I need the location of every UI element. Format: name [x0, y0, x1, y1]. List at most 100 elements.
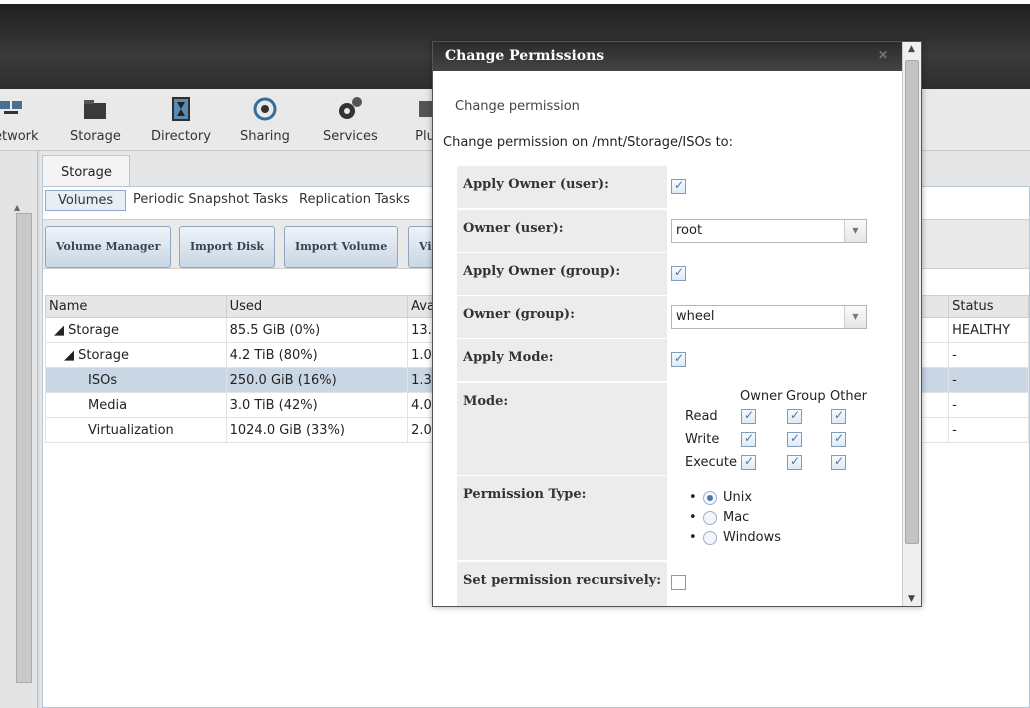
- row-permission-type: Permission Type: • Unix • Mac • Windows: [457, 476, 897, 560]
- column-header-used[interactable]: Used: [225, 295, 409, 318]
- import-volume-button[interactable]: Import Volume: [284, 226, 399, 268]
- toolbar-directory[interactable]: Directory: [151, 95, 211, 144]
- owner-write-checkbox[interactable]: [741, 431, 756, 447]
- radio-option-unix[interactable]: • Unix: [689, 490, 781, 510]
- field-value: [669, 562, 897, 606]
- field-label: Owner (group):: [457, 296, 667, 338]
- dialog-title-bar[interactable]: Change Permissions ✕: [433, 42, 902, 71]
- radio-mac[interactable]: [703, 510, 717, 525]
- cell-used: 3.0 TiB (42%): [225, 392, 409, 418]
- subtab-periodic-snapshot-tasks[interactable]: Periodic Snapshot Tasks: [121, 190, 300, 209]
- toolbar-network[interactable]: etwork: [0, 95, 39, 144]
- scrollbar-thumb[interactable]: [16, 213, 32, 683]
- group-write-checkbox[interactable]: [787, 431, 802, 447]
- toolbar-label: Services: [323, 129, 378, 144]
- owner-execute-checkbox[interactable]: [741, 454, 756, 470]
- field-label: Apply Mode:: [457, 339, 667, 381]
- apply-owner-user-checkbox[interactable]: [671, 178, 686, 194]
- dialog-scrollbar[interactable]: ▲ ▼: [902, 42, 921, 606]
- toolbar-label: Directory: [151, 129, 211, 144]
- cell-status: -: [948, 417, 1029, 443]
- dialog-body: Change permission Change permission on /…: [433, 71, 902, 606]
- other-write-checkbox[interactable]: [831, 431, 846, 447]
- subtab-volumes[interactable]: Volumes: [45, 190, 127, 211]
- toolbar-label: etwork: [0, 129, 39, 144]
- row-owner-group: Owner (group): wheel ▼: [457, 296, 897, 338]
- cell-status: -: [948, 392, 1029, 418]
- apply-owner-group-checkbox[interactable]: [671, 265, 686, 281]
- field-label: Owner (user):: [457, 210, 667, 252]
- mode-row-execute: Execute: [685, 455, 737, 470]
- form-heading: Change permission: [455, 99, 580, 114]
- group-read-checkbox[interactable]: [787, 408, 802, 424]
- import-disk-button[interactable]: Import Disk: [179, 226, 276, 268]
- field-value: [669, 166, 897, 208]
- scroll-up-icon[interactable]: ▲: [14, 203, 20, 212]
- cell-status: -: [948, 342, 1029, 368]
- group-execute-checkbox[interactable]: [787, 454, 802, 470]
- column-header-status[interactable]: Status: [948, 295, 1029, 318]
- toolbar-services[interactable]: Services: [323, 95, 378, 144]
- dialog-title: Change Permissions: [445, 48, 605, 64]
- row-apply-owner-group: Apply Owner (group):: [457, 253, 897, 295]
- toolbar-label: Sharing: [240, 129, 290, 144]
- owner-read-checkbox[interactable]: [741, 408, 756, 424]
- directory-icon: [171, 97, 190, 121]
- owner-group-select[interactable]: wheel ▼: [671, 305, 867, 329]
- radio-windows[interactable]: [703, 530, 717, 545]
- cell-name: ◢ Storage: [45, 342, 227, 368]
- other-execute-checkbox[interactable]: [831, 454, 846, 470]
- field-value: wheel ▼: [669, 296, 897, 338]
- select-value: root: [676, 223, 703, 238]
- chevron-down-icon[interactable]: ▼: [844, 220, 866, 242]
- scrollbar-thumb[interactable]: [905, 60, 919, 544]
- toolbar-sharing[interactable]: Sharing: [240, 95, 290, 144]
- field-label: Set permission recursively:: [457, 562, 667, 606]
- cell-status: HEALTHY: [948, 317, 1029, 343]
- mode-column-owner: Owner: [740, 389, 783, 404]
- subtab-replication-tasks[interactable]: Replication Tasks: [287, 190, 422, 209]
- row-mode: Mode: Owner Group Other Read Write Execu…: [457, 383, 897, 475]
- permission-type-options: • Unix • Mac • Windows: [669, 476, 897, 560]
- cell-name: ◢ Storage: [45, 317, 227, 343]
- mode-column-group: Group: [786, 389, 826, 404]
- field-label: Apply Owner (user):: [457, 166, 667, 208]
- tab-storage[interactable]: Storage: [42, 155, 130, 187]
- radio-unix[interactable]: [703, 490, 717, 505]
- field-label: Apply Owner (group):: [457, 253, 667, 295]
- owner-user-select[interactable]: root ▼: [671, 219, 867, 243]
- radio-label: Mac: [723, 510, 750, 525]
- field-value: [669, 253, 897, 295]
- mode-grid: Owner Group Other Read Write Execute: [669, 383, 897, 475]
- toolbar-label: Storage: [70, 129, 121, 144]
- select-value: wheel: [676, 309, 715, 324]
- field-label: Permission Type:: [457, 476, 667, 560]
- volume-manager-button[interactable]: Volume Manager: [45, 226, 172, 268]
- other-read-checkbox[interactable]: [831, 408, 846, 424]
- radio-option-mac[interactable]: • Mac: [689, 510, 781, 530]
- form-intro: Change permission on /mnt/Storage/ISOs t…: [443, 135, 734, 150]
- cell-used: 85.5 GiB (0%): [225, 317, 409, 343]
- mode-row-write: Write: [685, 432, 720, 447]
- radio-list: • Unix • Mac • Windows: [689, 490, 781, 550]
- column-header-name[interactable]: Name: [45, 295, 227, 318]
- cell-used: 250.0 GiB (16%): [225, 367, 409, 393]
- row-apply-owner-user: Apply Owner (user):: [457, 166, 897, 208]
- chevron-down-icon[interactable]: ▼: [844, 306, 866, 328]
- radio-option-windows[interactable]: • Windows: [689, 530, 781, 550]
- radio-label: Unix: [723, 490, 753, 505]
- scroll-down-icon[interactable]: ▼: [908, 594, 915, 604]
- storage-icon: [84, 100, 107, 119]
- scroll-up-icon[interactable]: ▲: [908, 44, 915, 54]
- field-value: root ▼: [669, 210, 897, 252]
- cell-name: Virtualization: [45, 417, 227, 443]
- change-permissions-dialog: Change Permissions ✕ ▲ ▼ Change permissi…: [432, 41, 922, 607]
- apply-mode-checkbox[interactable]: [671, 351, 686, 367]
- close-icon[interactable]: ✕: [878, 48, 888, 62]
- cell-used: 4.2 TiB (80%): [225, 342, 409, 368]
- toolbar-storage[interactable]: Storage: [70, 95, 121, 144]
- network-icon: [0, 101, 22, 114]
- row-set-recursive: Set permission recursively:: [457, 562, 897, 606]
- set-recursive-checkbox[interactable]: [671, 575, 686, 590]
- cell-status: -: [948, 367, 1029, 393]
